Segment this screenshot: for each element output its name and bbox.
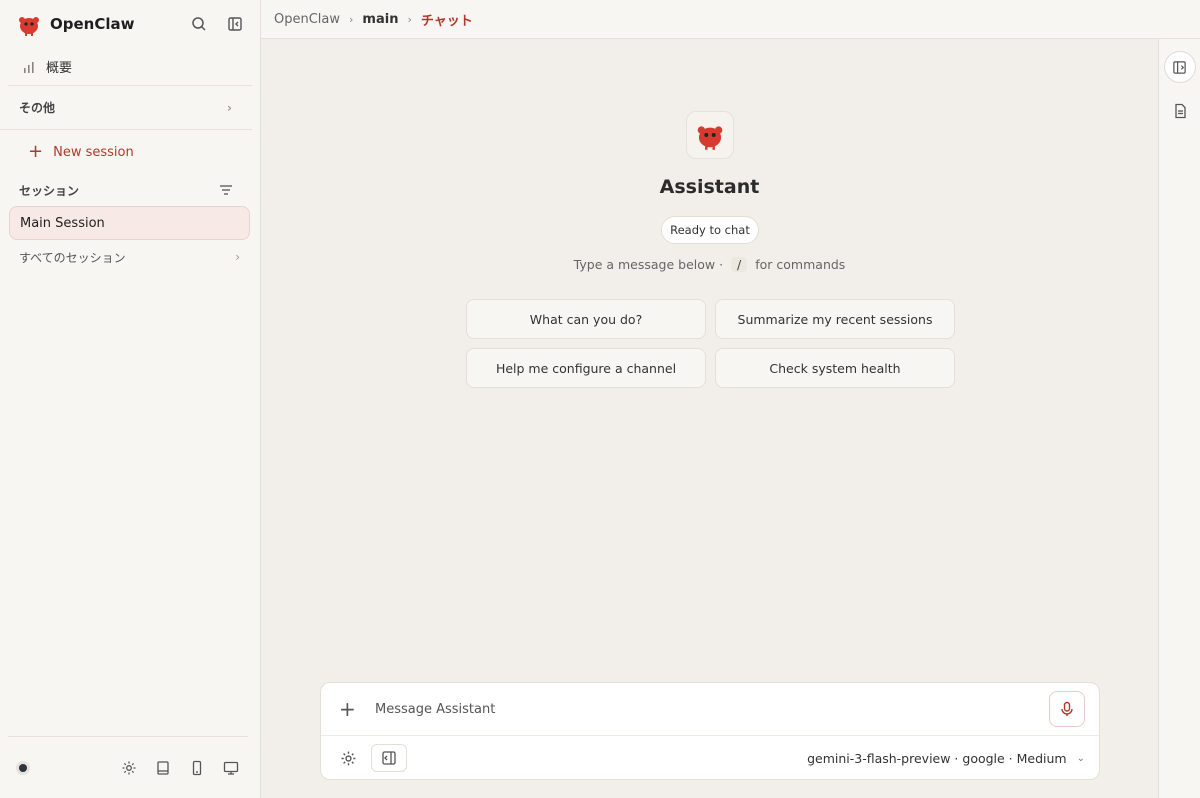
- settings-icon[interactable]: [120, 759, 138, 777]
- model-label: gemini-3-flash-preview · google · Medium: [807, 750, 1067, 766]
- hint-suffix: for commands: [755, 257, 846, 272]
- search-icon[interactable]: [190, 15, 208, 33]
- message-input[interactable]: [375, 701, 1049, 717]
- status-dot-icon[interactable]: [16, 760, 30, 775]
- document-icon[interactable]: [1164, 95, 1196, 127]
- group-other-label: その他: [19, 101, 56, 115]
- right-rail: [1158, 39, 1200, 798]
- chart-icon: [20, 58, 38, 76]
- filter-icon[interactable]: [217, 181, 235, 199]
- attach-plus-icon[interactable]: +: [339, 697, 359, 721]
- footer-icons: [120, 759, 240, 777]
- brand-row: OpenClaw: [0, 0, 260, 48]
- sessions-heading-label: セッション: [19, 183, 80, 198]
- panel-toggle-icon[interactable]: [1163, 51, 1196, 83]
- sidebar-footer: [8, 736, 248, 798]
- suggestion-button[interactable]: Check system health: [715, 348, 955, 388]
- composer-toolbar: gemini-3-flash-preview · google · Medium…: [321, 736, 1099, 780]
- chevron-right-icon: ›: [227, 100, 232, 115]
- chat-center: Assistant Ready to chat Type a message b…: [261, 39, 1158, 798]
- hint-key: /: [731, 257, 748, 272]
- hint-prefix: Type a message below ·: [573, 257, 724, 272]
- main-area: OpenClaw › main › チャット Assistant Ready t…: [261, 0, 1200, 798]
- nav-overview[interactable]: 概要: [8, 48, 252, 86]
- openclaw-logo-icon: [19, 17, 39, 36]
- assistant-avatar: [686, 111, 734, 159]
- panel-toggle-icon[interactable]: [371, 744, 407, 772]
- nav-overview-label: 概要: [46, 61, 73, 76]
- command-hint: Type a message below · / for commands: [261, 257, 1158, 272]
- chevron-right-icon: ›: [235, 250, 240, 264]
- book-icon[interactable]: [154, 759, 172, 777]
- brand-actions: [190, 15, 244, 33]
- suggestion-button[interactable]: Help me configure a channel: [466, 348, 706, 388]
- sidebar: OpenClaw 概要 その他 › + New session セッション Ma…: [0, 0, 261, 798]
- new-session-button[interactable]: + New session: [0, 130, 260, 174]
- composer-input-row: +: [321, 683, 1099, 736]
- model-select[interactable]: gemini-3-flash-preview · google · Medium…: [807, 751, 1085, 766]
- gear-icon[interactable]: [339, 749, 357, 767]
- plus-icon: +: [28, 141, 44, 162]
- app-window: OpenClaw 概要 その他 › + New session セッション Ma…: [0, 0, 1200, 798]
- sidebar-collapse-icon[interactable]: [226, 15, 244, 33]
- sessions-heading: セッション: [0, 174, 260, 206]
- breadcrumb: OpenClaw › main › チャット: [261, 0, 1200, 39]
- breadcrumb-separator: ›: [349, 12, 354, 26]
- message-composer: + gemini-3-flash-preview · google · Medi…: [320, 682, 1100, 780]
- desktop-icon[interactable]: [222, 759, 240, 777]
- breadcrumb-separator: ›: [407, 12, 412, 26]
- mobile-icon[interactable]: [188, 759, 206, 777]
- suggestion-button[interactable]: What can you do?: [466, 299, 706, 339]
- all-sessions-link[interactable]: すべてのセッション ›: [0, 240, 260, 274]
- assistant-title: Assistant: [659, 176, 760, 198]
- new-session-label: New session: [53, 144, 134, 160]
- suggestion-button[interactable]: Summarize my recent sessions: [715, 299, 955, 339]
- status-badge: Ready to chat: [661, 216, 759, 244]
- group-other[interactable]: その他 ›: [0, 86, 252, 130]
- breadcrumb-current: チャット: [420, 13, 473, 29]
- suggestion-grid: What can you do? Summarize my recent ses…: [466, 299, 955, 388]
- brand-name: OpenClaw: [50, 15, 135, 33]
- openclaw-logo-icon: [697, 126, 723, 150]
- session-item-label: Main Session: [20, 215, 105, 231]
- chevron-down-icon: ⌄: [1076, 752, 1085, 764]
- breadcrumb-root[interactable]: OpenClaw: [274, 12, 340, 27]
- session-item-main[interactable]: Main Session: [9, 206, 250, 240]
- all-sessions-label: すべてのセッション: [19, 250, 126, 265]
- microphone-icon[interactable]: [1049, 691, 1085, 727]
- breadcrumb-middle[interactable]: main: [362, 12, 398, 27]
